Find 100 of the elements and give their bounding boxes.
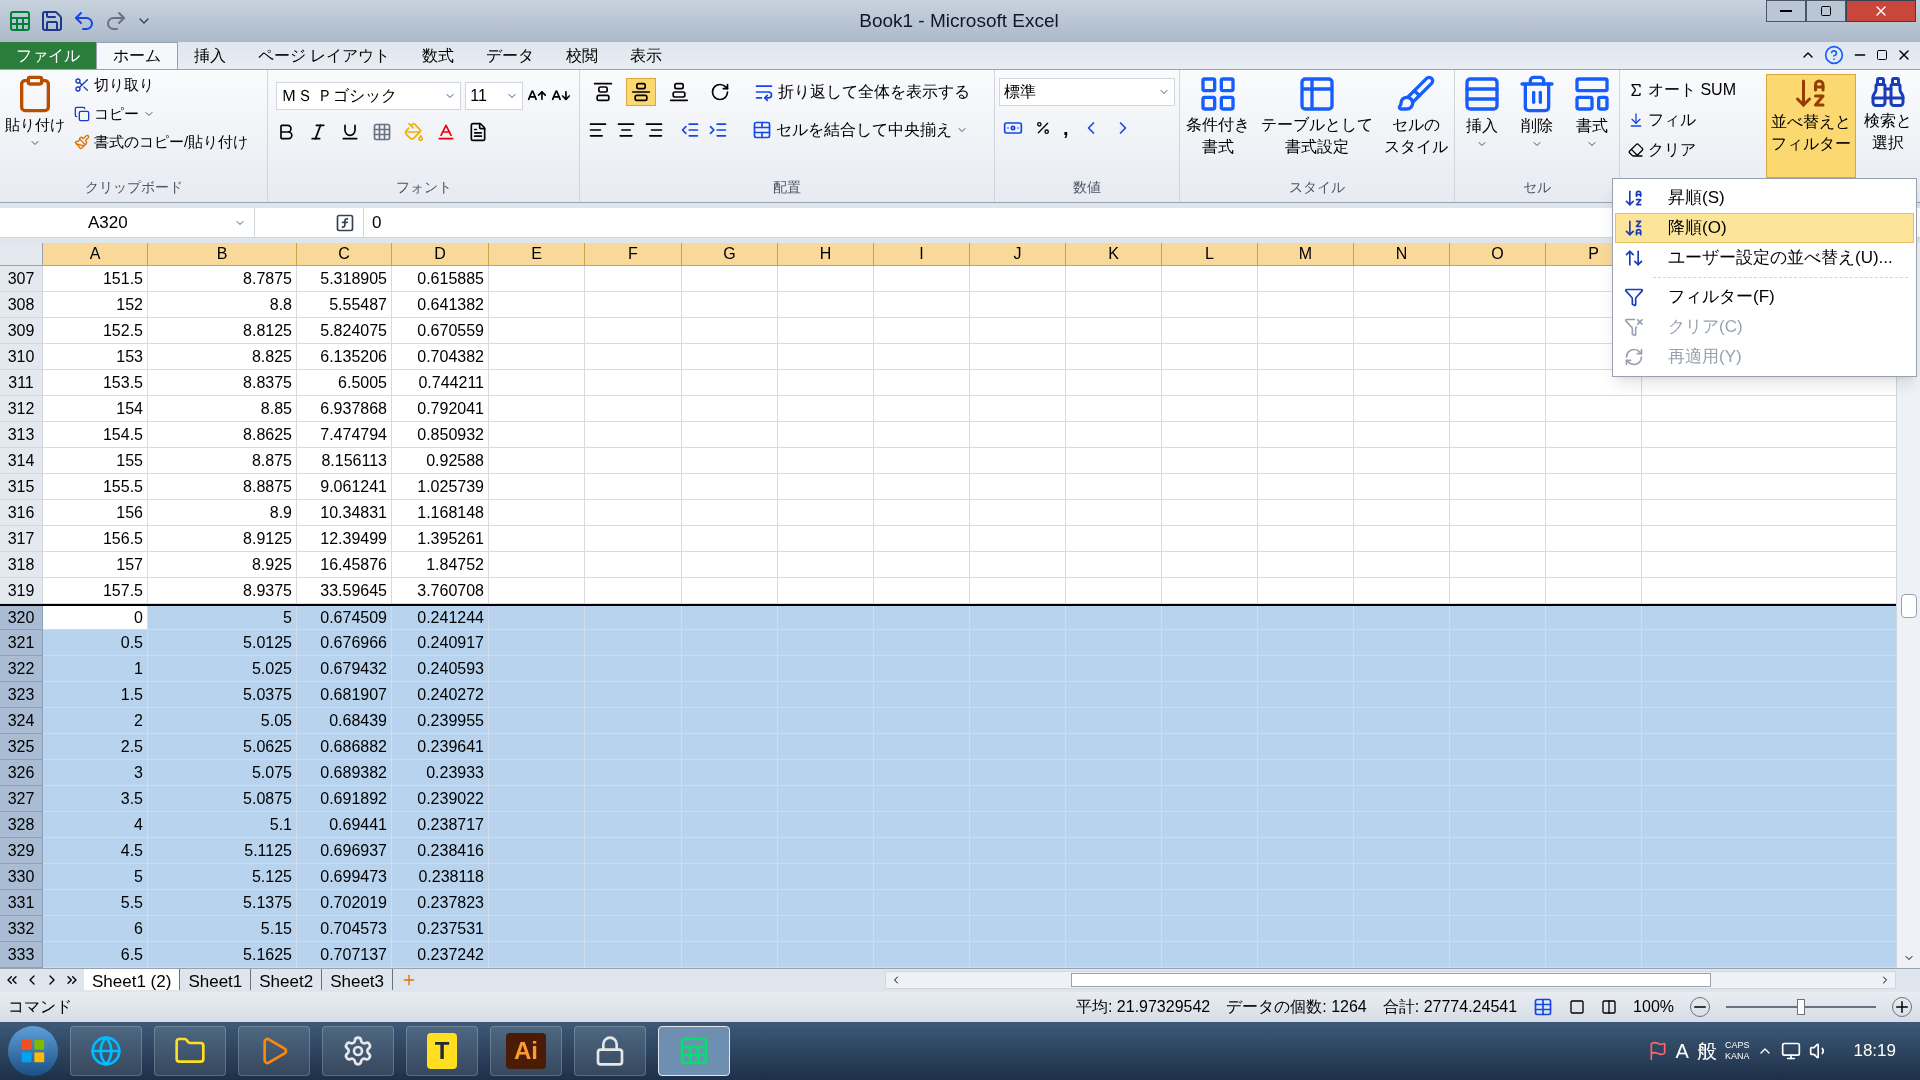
row-header[interactable]: 318 [0, 552, 43, 578]
style-button[interactable]: テーブルとして 書式設定 [1261, 74, 1373, 158]
column-header[interactable]: J [970, 243, 1066, 266]
phonetic-icon[interactable] [468, 122, 488, 142]
style-button[interactable]: 条件付き 書式 [1185, 74, 1250, 158]
cells-button[interactable]: 挿入 [1462, 74, 1503, 150]
row-header[interactable]: 325 [0, 734, 43, 760]
cut-button[interactable]: 切り取り [74, 74, 249, 97]
column-header[interactable]: N [1354, 243, 1450, 266]
row-header[interactable]: 316 [0, 500, 43, 526]
orientation-icon[interactable] [710, 82, 730, 102]
column-header[interactable]: A [43, 243, 148, 266]
clear-button[interactable]: クリア [1628, 138, 1758, 162]
close-button[interactable] [1846, 0, 1916, 22]
start-button[interactable] [8, 1026, 58, 1076]
column-header[interactable]: D [392, 243, 489, 266]
ime-mode[interactable]: 般 [1696, 1036, 1717, 1066]
paste-button[interactable]: 貼り付け [4, 74, 66, 154]
scroll-thumb[interactable] [1900, 593, 1917, 618]
row-header[interactable]: 331 [0, 890, 43, 916]
ribbon-tab[interactable]: 表示 [614, 43, 679, 69]
restore-icon[interactable] [1876, 49, 1888, 61]
cells-button[interactable]: 書式 [1571, 74, 1612, 150]
row-header[interactable]: 332 [0, 916, 43, 942]
page-break-icon[interactable] [1601, 999, 1618, 1015]
column-header[interactable]: L [1162, 243, 1258, 266]
row-header[interactable]: 313 [0, 422, 43, 448]
file-tab[interactable]: ファイル [0, 42, 96, 69]
row-header[interactable]: 312 [0, 396, 43, 422]
row-header[interactable]: 329 [0, 838, 43, 864]
column-header[interactable]: C [297, 243, 392, 266]
autosum-button[interactable]: オート SUM [1628, 78, 1758, 102]
row-header[interactable]: 315 [0, 474, 43, 500]
merge-center-button[interactable]: セルを結合して中央揃え [752, 118, 968, 142]
style-button[interactable]: セルの スタイル [1384, 74, 1449, 158]
font-name-dropdown[interactable]: ＭＳ Ｐゴシック [276, 82, 462, 110]
row-header[interactable]: 323 [0, 682, 43, 708]
format-painter-button[interactable]: 書式のコピー/貼り付け [74, 131, 249, 154]
row-header[interactable]: 326 [0, 760, 43, 786]
column-header[interactable]: E [489, 243, 585, 266]
comma-style-button[interactable]: , [1063, 118, 1069, 138]
vertical-align-button[interactable] [626, 78, 656, 106]
sort-filter-button[interactable]: 並べ替えと フィルター [1766, 74, 1856, 178]
name-box[interactable]: A320 [0, 208, 255, 237]
font-color-icon[interactable] [436, 122, 456, 142]
column-header[interactable]: F [585, 243, 682, 266]
ribbon-tab[interactable]: ページ レイアウト [242, 43, 407, 69]
ribbon-tab[interactable]: データ [470, 43, 551, 69]
redo-icon[interactable] [104, 9, 128, 33]
zoom-slider-thumb[interactable] [1797, 999, 1805, 1015]
taskbar-app[interactable]: T [406, 1026, 478, 1076]
percent-icon[interactable] [1035, 120, 1051, 136]
ribbon-tab[interactable]: 校閲 [550, 43, 615, 69]
taskbar-app[interactable]: Ai [490, 1026, 562, 1076]
undo-icon[interactable] [72, 9, 96, 33]
underline-icon[interactable] [340, 122, 360, 142]
column-header[interactable]: O [1450, 243, 1546, 266]
row-header[interactable]: 322 [0, 656, 43, 682]
wrap-text-button[interactable]: 折り返して全体を表示する [754, 80, 970, 104]
row-header[interactable]: 317 [0, 526, 43, 552]
sheet-tab[interactable]: Sheet1 (2) [84, 969, 181, 990]
row-header[interactable]: 324 [0, 708, 43, 734]
column-header[interactable]: K [1066, 243, 1162, 266]
row-header[interactable]: 311 [0, 370, 43, 396]
font-size-dropdown[interactable]: 11 [465, 82, 524, 110]
row-header[interactable]: 319 [0, 578, 43, 604]
number-format-dropdown[interactable]: 標準 [999, 78, 1175, 106]
row-header[interactable]: 310 [0, 344, 43, 370]
increase-indent-icon[interactable] [708, 120, 728, 140]
row-header[interactable]: 321 [0, 630, 43, 656]
row-header[interactable]: 314 [0, 448, 43, 474]
row-header[interactable]: 327 [0, 786, 43, 812]
clock[interactable]: 18:19 [1837, 1038, 1912, 1064]
fill-color-icon[interactable] [404, 122, 424, 142]
column-header[interactable]: B [148, 243, 297, 266]
column-header[interactable]: H [778, 243, 874, 266]
row-header[interactable]: 333 [0, 942, 43, 968]
maximize-button[interactable] [1806, 0, 1846, 22]
copy-button[interactable]: コピー [74, 102, 249, 125]
decrease-indent-icon[interactable] [680, 120, 700, 140]
ribbon-tab[interactable]: 挿入 [178, 43, 242, 69]
cells-button[interactable]: 削除 [1517, 74, 1557, 150]
column-header[interactable]: M [1258, 243, 1354, 266]
italic-icon[interactable] [308, 122, 328, 142]
column-header[interactable]: G [682, 243, 778, 266]
minimize-button[interactable] [1766, 0, 1806, 22]
align-left-icon[interactable] [588, 120, 608, 140]
ribbon-tab[interactable]: 数式 [406, 43, 471, 69]
row-header[interactable]: 328 [0, 812, 43, 838]
insert-function-icon[interactable] [335, 212, 355, 233]
align-right-icon[interactable] [644, 120, 664, 140]
row-header[interactable]: 307 [0, 266, 43, 292]
page-layout-icon[interactable] [1569, 999, 1586, 1015]
row-header[interactable]: 330 [0, 864, 43, 890]
fill-button[interactable]: フィル [1628, 108, 1758, 132]
help-icon[interactable] [1824, 45, 1844, 65]
menu-item[interactable]: 降順(O) [1615, 213, 1914, 243]
normal-view-icon[interactable] [1533, 997, 1554, 1017]
network-icon[interactable] [1781, 1041, 1802, 1061]
row-header[interactable]: 308 [0, 292, 43, 318]
